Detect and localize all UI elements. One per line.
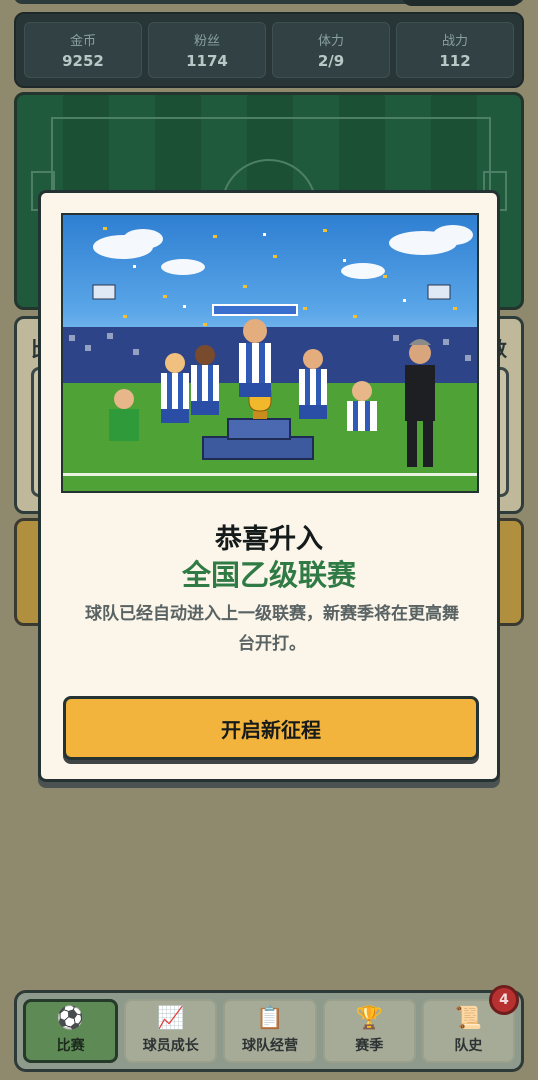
promotion-modal: 恭喜升入 全国乙级联赛 球队已经自动进入上一级联赛，新赛季将在更高舞台开打。 开…: [38, 190, 500, 782]
start-new-journey-button[interactable]: 开启新征程: [63, 696, 479, 760]
celebration-scene: [63, 225, 477, 491]
league-name: 全国乙级联赛: [181, 558, 356, 592]
celebration-illustration: [61, 213, 479, 493]
modal-description: 球队已经自动进入上一级联赛，新赛季将在更高舞台开打。: [85, 604, 459, 654]
modal-title: 恭喜升入: [215, 524, 323, 555]
